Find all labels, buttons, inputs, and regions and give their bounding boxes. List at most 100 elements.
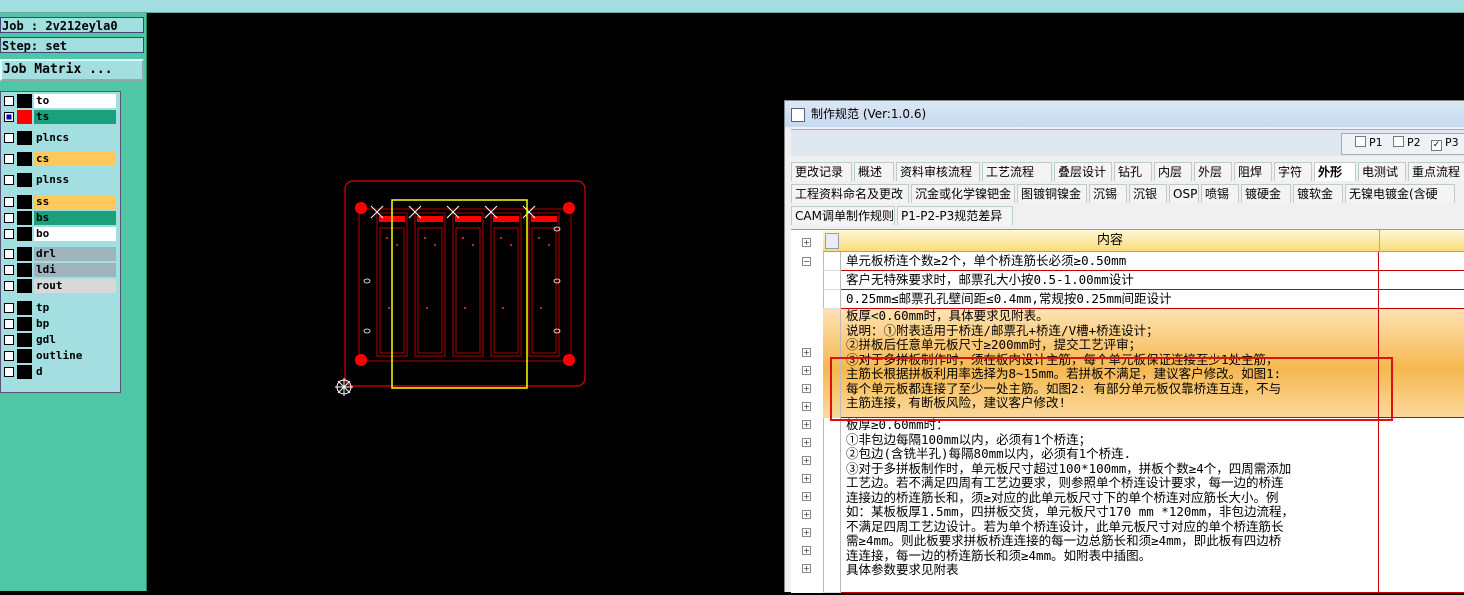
layer-name[interactable]: bs (34, 211, 116, 225)
expand-icon[interactable]: + (802, 238, 811, 247)
layer-color-swatch[interactable] (17, 173, 32, 187)
layer-checkbox[interactable] (4, 112, 14, 122)
tab-3[interactable]: 沉锡 (1089, 184, 1127, 203)
layer-name[interactable]: bp (34, 317, 116, 331)
option-p2[interactable]: P2 (1393, 136, 1421, 150)
tab-7[interactable]: 镀硬金 (1241, 184, 1291, 203)
layer-color-swatch[interactable] (17, 279, 32, 293)
layer-checkbox[interactable] (4, 154, 14, 164)
tab-6[interactable]: 喷锡 (1201, 184, 1239, 203)
expand-icon[interactable]: + (802, 510, 811, 519)
layer-checkbox[interactable] (4, 197, 14, 207)
layer-color-swatch[interactable] (17, 195, 32, 209)
layer-name[interactable]: ts (34, 110, 116, 124)
layer-color-swatch[interactable] (17, 227, 32, 241)
content-row[interactable]: 0.25mm≤邮票孔孔壁间距≤0.4mm,常规按0.25mm间距设计 (841, 290, 1379, 309)
tab-9[interactable]: 无镍电镀金(含硬 (1345, 184, 1455, 203)
row-indicator[interactable] (823, 252, 841, 271)
checkbox-icon[interactable] (1393, 136, 1404, 147)
content-row[interactable]: 单元板桥连个数≥2个，单个桥连筋长必须≥0.50mm (841, 252, 1379, 271)
layer-checkbox[interactable] (4, 229, 14, 239)
tab-5[interactable]: 钻孔 (1114, 162, 1152, 181)
pcb-canvas[interactable] (147, 13, 784, 591)
layer-checkbox[interactable] (4, 175, 14, 185)
layer-row-rout[interactable]: rout (1, 279, 118, 293)
layer-row-ts[interactable]: ts (1, 110, 118, 124)
tab-8[interactable]: 镀软金 (1293, 184, 1343, 203)
expand-icon[interactable]: + (802, 366, 811, 375)
tab-6[interactable]: 内层 (1154, 162, 1192, 181)
layer-color-swatch[interactable] (17, 247, 32, 261)
layer-name[interactable]: gdl (34, 333, 116, 347)
layer-name[interactable]: cs (34, 152, 116, 166)
expand-icon[interactable]: + (802, 492, 811, 501)
layer-row-ss[interactable]: ss (1, 195, 118, 209)
layer-name[interactable]: drl (34, 247, 116, 261)
tab-5[interactable]: OSP (1169, 184, 1199, 203)
expand-icon[interactable]: + (802, 402, 811, 411)
content-row[interactable]: 板厚≥0.60mm时： ①非包边每隔100mm以内，必须有1个桥连； ②包边(含铣半… (841, 418, 1379, 593)
tab-1[interactable]: 沉金或化学镍钯金 (911, 184, 1015, 203)
expand-icon[interactable]: + (802, 564, 811, 573)
tab-0[interactable]: CAM调单制作规则 (791, 206, 895, 225)
expand-icon[interactable]: + (802, 384, 811, 393)
row-extra-cell[interactable] (1379, 290, 1464, 309)
tab-0[interactable]: 工程资料命名及更改 (791, 184, 909, 203)
row-extra-cell[interactable] (1379, 252, 1464, 271)
layer-color-swatch[interactable] (17, 333, 32, 347)
layer-checkbox[interactable] (4, 133, 14, 143)
tab-4[interactable]: 沉银 (1129, 184, 1167, 203)
job-matrix-button[interactable]: Job Matrix ... (0, 59, 144, 81)
select-all-corner[interactable] (825, 233, 839, 249)
layer-row-outline[interactable]: outline (1, 349, 118, 363)
layer-checkbox[interactable] (4, 265, 14, 275)
layer-color-swatch[interactable] (17, 349, 32, 363)
layer-row-cs[interactable]: cs (1, 152, 118, 166)
option-p3[interactable]: ✓ P3 (1431, 136, 1459, 151)
layer-color-swatch[interactable] (17, 131, 32, 145)
layer-row-plnss[interactable]: plnss (1, 173, 118, 187)
layer-row-plncs[interactable]: plncs (1, 131, 118, 145)
expand-icon[interactable]: + (802, 420, 811, 429)
row-indicator[interactable] (823, 290, 841, 309)
layer-checkbox[interactable] (4, 319, 14, 329)
expand-icon[interactable]: + (802, 546, 811, 555)
layer-color-swatch[interactable] (17, 211, 32, 225)
layer-row-tp[interactable]: tp (1, 301, 118, 315)
expand-icon[interactable]: + (802, 438, 811, 447)
row-extra-cell[interactable] (1379, 418, 1464, 593)
tab-0[interactable]: 更改记录 (791, 162, 852, 181)
layer-color-swatch[interactable] (17, 94, 32, 108)
tab-2[interactable]: 图镀铜镍金 (1017, 184, 1087, 203)
collapse-icon[interactable]: − (802, 257, 811, 266)
layer-checkbox[interactable] (4, 96, 14, 106)
layer-name[interactable]: ss (34, 195, 116, 209)
layer-name[interactable]: plnss (34, 173, 116, 187)
tab-11[interactable]: 电测试 (1358, 162, 1406, 181)
layer-name[interactable]: rout (34, 279, 116, 293)
checkbox-icon[interactable]: ✓ (1431, 140, 1442, 151)
layer-name[interactable]: outline (34, 349, 116, 363)
layer-row-drl[interactable]: drl (1, 247, 118, 261)
column-header-content[interactable]: 内容 (841, 230, 1380, 251)
layer-row-gdl[interactable]: gdl (1, 333, 118, 347)
layer-color-swatch[interactable] (17, 152, 32, 166)
layer-checkbox[interactable] (4, 213, 14, 223)
layer-row-to[interactable]: to (1, 94, 118, 108)
tab-8[interactable]: 阻焊 (1234, 162, 1272, 181)
tab-10[interactable]: 外形 (1314, 162, 1356, 181)
layer-name[interactable]: to (34, 94, 116, 108)
row-indicator[interactable] (823, 418, 841, 593)
layer-row-ldi[interactable]: ldi (1, 263, 118, 277)
checkbox-icon[interactable] (1355, 136, 1366, 147)
layer-row-bp[interactable]: bp (1, 317, 118, 331)
layer-checkbox[interactable] (4, 351, 14, 361)
tab-1[interactable]: 概述 (854, 162, 894, 181)
tab-3[interactable]: 工艺流程 (982, 162, 1052, 181)
layer-checkbox[interactable] (4, 335, 14, 345)
layer-color-swatch[interactable] (17, 110, 32, 124)
layer-checkbox[interactable] (4, 367, 14, 377)
tab-2[interactable]: 资料审核流程 (896, 162, 980, 181)
tab-12[interactable]: 重点流程 (1408, 162, 1464, 181)
option-p1[interactable]: P1 (1355, 136, 1383, 150)
